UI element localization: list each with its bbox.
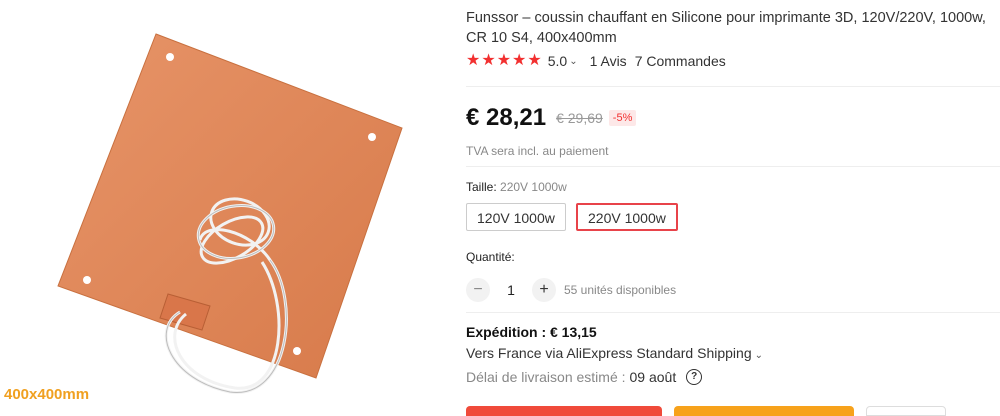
discount-badge: -5% — [608, 110, 637, 126]
current-price: € 28,21 — [466, 104, 547, 131]
product-image[interactable]: 400x400mm — [0, 0, 450, 412]
product-title: Funssor – coussin chauffant en Silicone … — [466, 10, 986, 46]
size-option-120v[interactable]: 120V 1000w — [466, 203, 566, 231]
quantity-label: Quantité: — [466, 250, 515, 264]
shipping-method-text: Vers France via AliExpress Standard Ship… — [466, 345, 752, 361]
divider — [466, 86, 1000, 87]
shipping-method[interactable]: Vers France via AliExpress Standard Ship… — [466, 345, 763, 361]
chevron-down-icon[interactable]: ⌄ — [569, 56, 577, 67]
delivery-label: Délai de livraison estimé : — [466, 369, 626, 385]
star-icon: ★ — [512, 52, 527, 69]
star-icon: ★ — [466, 52, 481, 69]
delivery-date: 09 août — [629, 369, 677, 385]
star-icon: ★ — [527, 52, 542, 69]
quantity-increase-button[interactable]: + — [532, 278, 556, 302]
divider — [466, 166, 1000, 167]
size-option-220v[interactable]: 220V 1000w — [576, 203, 678, 231]
rating-value[interactable]: 5.0 — [548, 53, 567, 69]
shipping-cost: Expédition : € 13,15 — [466, 324, 597, 340]
available-units: 55 unités disponibles — [564, 283, 677, 297]
heated-bed-image — [57, 33, 403, 394]
divider — [466, 312, 1000, 313]
rating-stars: ★ ★ ★ ★ ★ — [466, 53, 542, 69]
help-icon[interactable]: ? — [686, 369, 703, 385]
tax-note: TVA sera incl. au paiement — [466, 144, 609, 158]
size-selected-value: 220V 1000w — [500, 180, 567, 194]
original-price: € 29,69 — [556, 110, 603, 126]
orders-count: 7 Commandes — [634, 53, 726, 69]
chevron-down-icon[interactable]: ⌄ — [755, 350, 763, 361]
wishlist-button[interactable] — [866, 406, 946, 416]
delivery-estimate: Délai de livraison estimé : 09 août ? — [466, 369, 703, 385]
quantity-stepper: − 1 + 55 unités disponibles — [466, 278, 676, 302]
buy-now-button[interactable] — [466, 406, 662, 416]
rating-row: ★ ★ ★ ★ ★ 5.0 ⌄ 1 Avis 7 Commandes — [466, 53, 726, 70]
size-label-text: Taille: — [466, 180, 497, 194]
size-label: Taille: 220V 1000w — [466, 180, 567, 194]
star-icon: ★ — [496, 52, 512, 69]
reviews-link[interactable]: 1 Avis — [590, 53, 627, 69]
star-icon: ★ — [481, 52, 496, 69]
add-to-cart-button[interactable] — [674, 406, 854, 416]
quantity-value[interactable]: 1 — [490, 282, 532, 298]
quantity-decrease-button[interactable]: − — [466, 278, 490, 302]
price-row: € 28,21 € 29,69 -5% — [466, 104, 637, 132]
image-caption: 400x400mm — [4, 386, 90, 403]
